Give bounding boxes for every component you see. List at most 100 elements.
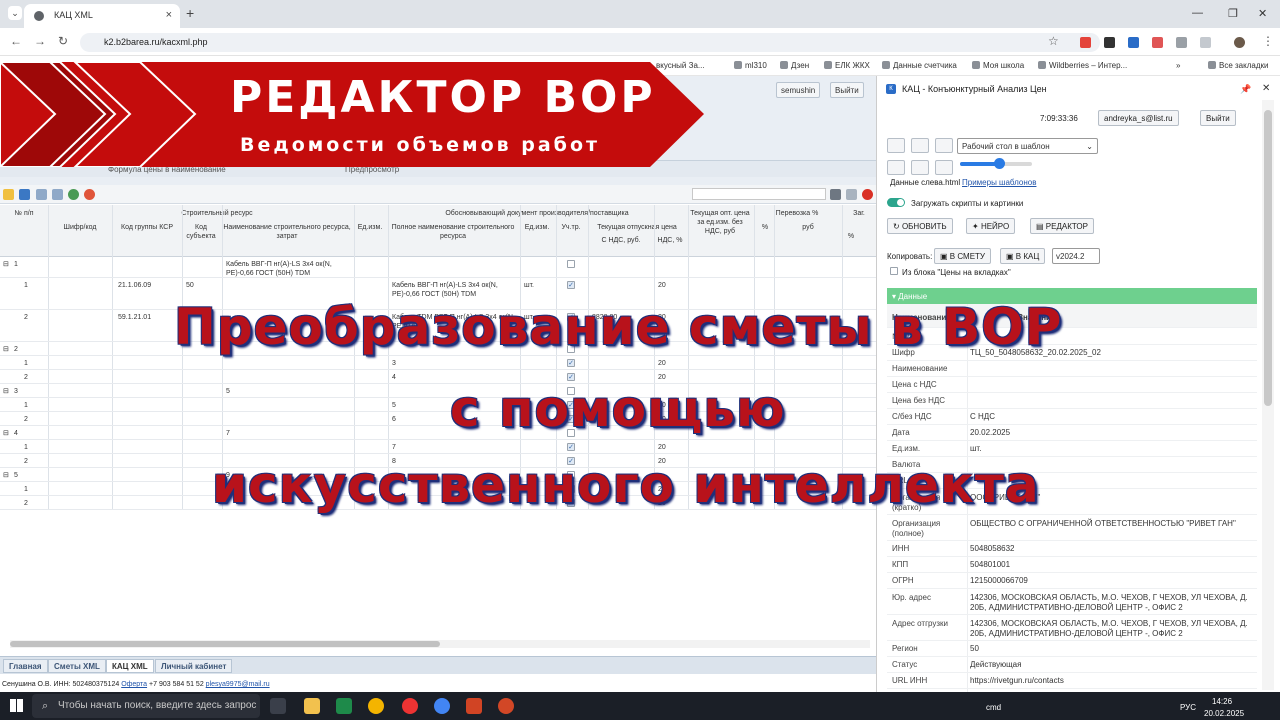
- col-subject[interactable]: Код субъекта: [182, 223, 220, 241]
- bookmarks-overflow-icon[interactable]: »: [1176, 61, 1180, 70]
- clear-icon[interactable]: [862, 189, 873, 200]
- tab-kac-xml[interactable]: КАЦ XML: [106, 659, 154, 673]
- uchtr-checkbox[interactable]: ✓: [567, 281, 575, 289]
- new-tab-icon[interactable]: +: [186, 5, 194, 21]
- col-transport-rub[interactable]: руб: [776, 223, 840, 232]
- powerpoint-icon[interactable]: [498, 698, 514, 714]
- reload-icon[interactable]: ↻: [58, 34, 68, 48]
- col-ksr[interactable]: Код группы КСР: [114, 223, 180, 232]
- offer-link[interactable]: Оферта: [121, 681, 147, 688]
- tab-search-icon[interactable]: ⌄: [8, 6, 22, 20]
- yandex-icon[interactable]: [402, 698, 418, 714]
- collapse-icon[interactable]: [52, 189, 63, 200]
- save-icon[interactable]: [19, 189, 30, 200]
- monitor-icon[interactable]: [935, 138, 953, 153]
- calculator-icon[interactable]: [830, 189, 841, 200]
- restore-icon[interactable]: ❐: [1228, 7, 1238, 20]
- collapse-row-icon[interactable]: ⊟: [3, 387, 9, 396]
- task-view-icon[interactable]: [270, 698, 286, 714]
- uchtr-checkbox[interactable]: [567, 260, 575, 268]
- profile-avatar[interactable]: [1234, 37, 1245, 48]
- window-close-icon[interactable]: ✕: [1258, 7, 1267, 20]
- bookmark-item[interactable]: Дзен: [780, 61, 809, 70]
- to-kac-button[interactable]: ▣ В КАЦ: [1000, 248, 1046, 264]
- panel-scrollbar-thumb[interactable]: [1264, 110, 1272, 406]
- panel-close-icon[interactable]: ✕: [1262, 83, 1270, 94]
- col-unit[interactable]: Ед.изм.: [354, 223, 386, 232]
- back-icon[interactable]: ←: [10, 34, 22, 48]
- tab-home[interactable]: Главная: [3, 659, 48, 673]
- filter-icon[interactable]: [846, 189, 857, 200]
- image-icon[interactable]: [911, 160, 929, 175]
- collapse-row-icon[interactable]: ⊟: [3, 345, 9, 354]
- word-icon[interactable]: [466, 698, 482, 714]
- close-tab-icon[interactable]: ×: [166, 9, 172, 21]
- clock-date[interactable]: 20.02.2025: [1204, 709, 1244, 718]
- fullscreen-icon[interactable]: [887, 138, 905, 153]
- extension-red-icon[interactable]: [1152, 37, 1163, 48]
- bookmark-star-icon[interactable]: ☆: [1048, 34, 1059, 48]
- col-vat[interactable]: НДС, %: [654, 236, 686, 245]
- clock-time[interactable]: 14:26: [1212, 697, 1232, 706]
- bookmark-item[interactable]: ЕЛК ЖКХ: [824, 61, 870, 70]
- windows-start-icon[interactable]: [10, 699, 23, 712]
- excel-icon[interactable]: [336, 698, 352, 714]
- examples-link[interactable]: Примеры шаблонов: [962, 178, 1036, 187]
- chrome-icon[interactable]: [434, 698, 450, 714]
- col-fullname[interactable]: Полное наименование строительного ресурс…: [388, 223, 518, 241]
- address-input[interactable]: k2.b2barea.ru/kacxml.php: [80, 33, 1100, 52]
- expand-icon[interactable]: [36, 189, 47, 200]
- table-row[interactable]: 1 3 20 ✓: [0, 356, 876, 370]
- uchtr-checkbox[interactable]: ✓: [567, 443, 575, 451]
- bookmark-item[interactable]: Все закладки: [1208, 61, 1268, 70]
- menu-icon[interactable]: ⋮: [1262, 34, 1274, 48]
- file-explorer-icon[interactable]: [304, 698, 320, 714]
- grid-search-input[interactable]: [692, 188, 826, 200]
- bookmark-item[interactable]: Данные счетчика: [882, 61, 957, 70]
- adblock-icon[interactable]: [1080, 37, 1091, 48]
- bookmark-item[interactable]: ml310: [734, 61, 767, 70]
- from-block-checkbox[interactable]: [890, 267, 898, 275]
- email-link[interactable]: plesya9975@mail.ru: [206, 681, 270, 688]
- editor-button[interactable]: ▤ РЕДАКТОР: [1030, 218, 1094, 234]
- collapse-row-icon[interactable]: ⊟: [3, 429, 9, 438]
- col-num[interactable]: № п/п: [2, 209, 46, 218]
- update-button[interactable]: ↻ ОБНОВИТЬ: [887, 218, 953, 234]
- folder-icon[interactable]: [3, 189, 14, 200]
- refresh-icon[interactable]: [68, 189, 79, 200]
- tab-smeta-xml[interactable]: Сметы XML: [48, 659, 106, 673]
- neuro-button[interactable]: ✦ НЕЙРО: [966, 218, 1016, 234]
- collapse-row-icon[interactable]: ⊟: [3, 260, 9, 269]
- kac-extension-icon[interactable]: [1128, 37, 1139, 48]
- zoom-slider-knob[interactable]: [994, 158, 1005, 169]
- extension-icon[interactable]: [1104, 37, 1115, 48]
- puzzle-icon[interactable]: [1176, 37, 1187, 48]
- taskbar-search-input[interactable]: Чтобы начать поиск, введите здесь запрос: [32, 694, 260, 718]
- browser-tab[interactable]: КАЦ XML ×: [24, 4, 180, 28]
- col-uchtr[interactable]: Уч.тр.: [556, 223, 586, 232]
- table-row[interactable]: 1 7 20 ✓: [0, 440, 876, 454]
- panel-user-button[interactable]: andreyka_s@list.ru: [1098, 110, 1179, 126]
- bookmark-item[interactable]: Wildberries – Интер...: [1038, 61, 1127, 70]
- load-scripts-toggle[interactable]: [887, 198, 905, 207]
- language-indicator[interactable]: РУС: [1180, 703, 1196, 712]
- pin-icon[interactable]: 📌: [1240, 84, 1251, 95]
- side-panel-icon[interactable]: [1200, 37, 1211, 48]
- uchtr-checkbox[interactable]: ✓: [567, 359, 575, 367]
- version-select[interactable]: v2024.2: [1052, 248, 1100, 264]
- print-icon[interactable]: [935, 160, 953, 175]
- col-zag-pct[interactable]: %: [842, 232, 860, 241]
- user-button[interactable]: semushin: [776, 82, 821, 98]
- exit-button[interactable]: Выйти: [830, 82, 864, 98]
- col-name[interactable]: Наименование строительного ресурса, затр…: [222, 223, 352, 241]
- col-with-vat[interactable]: С НДС, руб.: [590, 236, 652, 245]
- ai-icon[interactable]: [84, 189, 95, 200]
- yandex-browser-icon[interactable]: [368, 698, 384, 714]
- col-unit2[interactable]: Ед.изм.: [520, 223, 554, 232]
- col-cipher[interactable]: Шифр/код: [50, 223, 110, 232]
- open-file-icon[interactable]: [887, 160, 905, 175]
- col-transport-pct[interactable]: %: [756, 223, 774, 232]
- tab-account[interactable]: Личный кабинет: [155, 659, 233, 673]
- collapse-row-icon[interactable]: ⊟: [3, 471, 9, 480]
- clipboard-icon[interactable]: [911, 138, 929, 153]
